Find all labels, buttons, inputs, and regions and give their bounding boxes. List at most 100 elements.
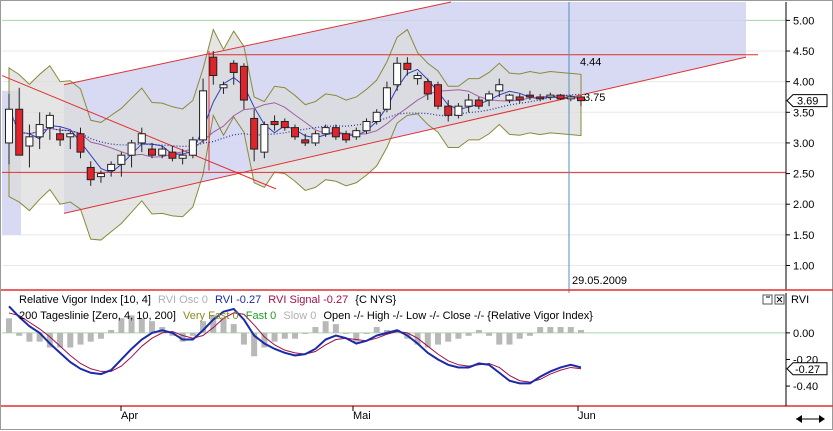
osc-bar <box>230 324 237 333</box>
candle-body <box>301 139 310 144</box>
candle-body <box>321 127 330 135</box>
candle-body <box>434 84 442 107</box>
candle-body <box>137 133 146 144</box>
osc-bar <box>486 332 493 336</box>
candle-body <box>393 62 402 86</box>
osc-bar <box>67 332 74 348</box>
osc-bar <box>189 332 196 336</box>
indicator-header-line2: 200 Tageslinie [Zero, 4, 10, 200] Very F… <box>19 310 593 322</box>
indicator-panel <box>1 289 833 407</box>
candle-body <box>403 62 412 70</box>
last-rvi-label: -0.27 <box>795 364 820 376</box>
candle-body <box>76 133 85 153</box>
osc-bar <box>547 327 554 333</box>
ind-y-tick-label: -0.40 <box>793 381 818 393</box>
osc-bar <box>281 332 288 339</box>
candle-body <box>260 124 269 153</box>
osc-bar <box>108 329 115 333</box>
y-tick-label: 5.00 <box>793 15 814 27</box>
x-tick-label: Apr <box>121 410 138 422</box>
osc-bar <box>475 329 482 333</box>
fast-value: Fast 0 <box>246 310 277 322</box>
osc-bar <box>516 332 523 339</box>
osc-bar <box>271 332 278 342</box>
last-price-label: 3.69 <box>797 96 818 108</box>
candle-body <box>107 163 116 172</box>
candle-body <box>485 93 494 101</box>
candle-body <box>86 166 95 181</box>
y-tick-label: 4.00 <box>793 77 814 89</box>
osc-bar <box>424 332 431 348</box>
y-tick-label: 1.00 <box>793 260 814 272</box>
candle-body <box>5 108 13 144</box>
osc-bar <box>343 332 350 334</box>
candle-body <box>96 173 105 178</box>
osc-bar <box>578 329 584 333</box>
y-tick-label: 2.50 <box>793 169 814 181</box>
slow-value: Slow 0 <box>283 310 316 322</box>
candle-body <box>413 75 422 80</box>
candle-body <box>536 96 545 100</box>
candle-body <box>525 94 534 98</box>
osc-bar <box>312 327 319 333</box>
candle-body <box>444 105 453 116</box>
x-tick-label: Jun <box>578 410 596 422</box>
symbol-label: {C NYS} <box>355 294 396 306</box>
candle-body <box>148 148 156 156</box>
y-tick-label: 4.50 <box>793 46 814 58</box>
candle-body <box>546 94 555 98</box>
scroll-right-icon <box>819 415 825 423</box>
candle-body <box>117 154 126 165</box>
candle-body <box>219 84 228 89</box>
candle-body <box>168 151 177 159</box>
candle-body <box>56 133 65 141</box>
osc-bar <box>363 332 370 334</box>
osc-bar <box>465 332 472 336</box>
candle-body <box>35 124 44 138</box>
osc-bar <box>6 318 12 333</box>
osc-bar <box>77 332 84 345</box>
osc-bar <box>455 332 462 339</box>
candle-body <box>464 99 473 107</box>
osc-bar <box>57 332 64 348</box>
panel-tag: RVI <box>791 294 809 306</box>
candle-body <box>199 90 208 141</box>
candle-body <box>566 96 575 100</box>
candle-body <box>178 154 187 159</box>
y-tick-label: 3.00 <box>793 138 814 150</box>
y-tick-label: 1.50 <box>793 230 814 242</box>
candle-body <box>291 127 299 138</box>
osc-bar <box>97 332 104 339</box>
y-tick-label: 2.00 <box>793 199 814 211</box>
candle-body <box>454 105 463 116</box>
candle-body <box>45 114 54 129</box>
candle-body <box>342 133 351 141</box>
osc-bar <box>506 332 513 345</box>
x-tick-label: Mai <box>353 410 371 422</box>
level-label-high: 4.44 <box>580 57 601 69</box>
candle-body <box>556 94 565 100</box>
osc-bar <box>302 332 309 334</box>
candle-body <box>495 84 504 92</box>
y-tick-label: 3.50 <box>793 107 814 119</box>
candle-body <box>209 56 218 77</box>
osc-bar <box>557 327 564 333</box>
ohlc-readout: Open -/- High -/- Low -/- Close -/- {Rel… <box>323 310 593 322</box>
osc-bar <box>240 332 247 345</box>
level-label-low: 3.75 <box>584 92 605 104</box>
rvi-value: RVI -0.27 <box>215 294 261 306</box>
candle-body <box>515 96 524 101</box>
candle-body <box>229 62 238 73</box>
candle-body <box>25 136 34 147</box>
candle-body <box>311 133 320 144</box>
ma200-title: 200 Tageslinie [Zero, 4, 10, 200] <box>19 310 176 322</box>
chart-svg: 4.44 3.75 29.05.2009 5.00 4.50 4.00 3.50 3.00 2.… <box>1 1 833 423</box>
x-axis: Apr Mai Jun <box>120 406 825 423</box>
osc-bar <box>445 332 452 342</box>
candle-body <box>280 120 289 129</box>
indicator-header-line1: Relative Vigor Index [10, 4] RVI Osc 0 R… <box>19 294 397 306</box>
candle-body <box>270 120 279 126</box>
osc-bar <box>26 332 33 342</box>
osc-bar <box>435 332 441 345</box>
rvi-osc-value: RVI Osc 0 <box>158 294 208 306</box>
